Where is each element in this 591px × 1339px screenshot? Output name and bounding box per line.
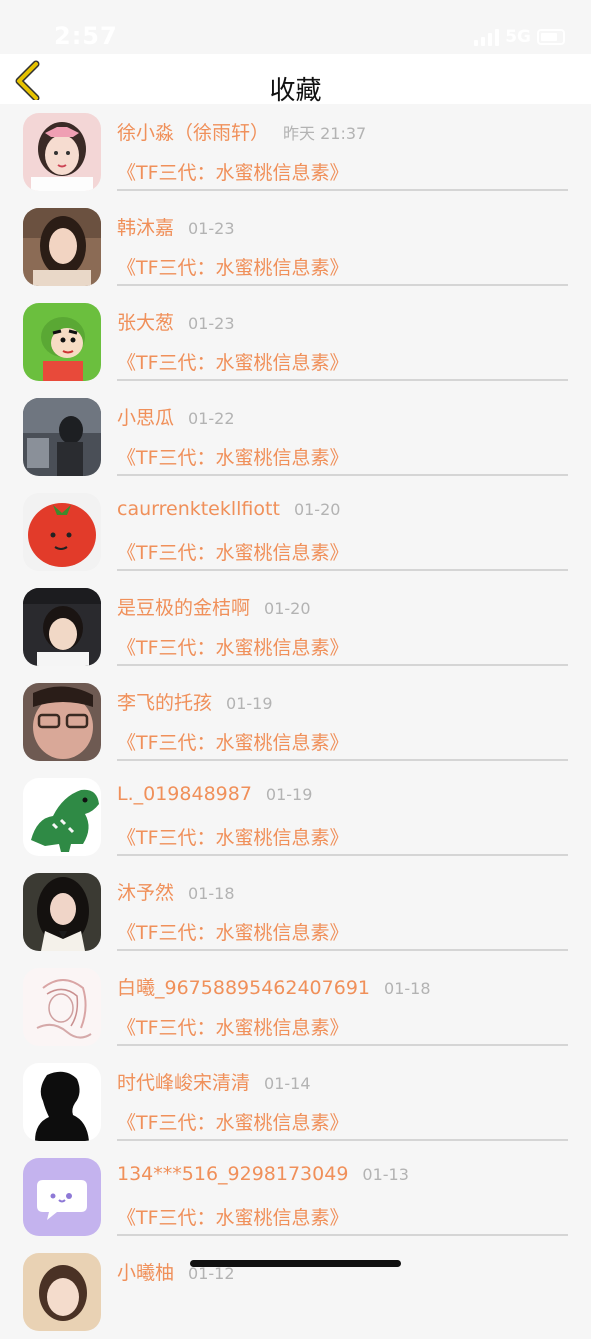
avatar[interactable] <box>23 968 101 1046</box>
work-title[interactable]: 《TF三代：水蜜桃信息素》 <box>117 443 349 470</box>
divider <box>117 1044 568 1046</box>
user-name[interactable]: 沐予然 <box>117 882 174 904</box>
avatar[interactable] <box>23 1063 101 1141</box>
network-type: 5G <box>505 27 531 47</box>
battery-icon <box>537 29 565 45</box>
list-item[interactable]: 小思瓜 01-22 《TF三代：水蜜桃信息素》 <box>0 389 591 484</box>
timestamp: 01-22 <box>188 409 235 428</box>
user-name[interactable]: 李飞的托孩 <box>117 692 212 714</box>
list-item[interactable]: 小曦柚 01-12 <box>0 1244 591 1339</box>
work-title[interactable]: 《TF三代：水蜜桃信息素》 <box>117 728 349 755</box>
list-item[interactable]: 李飞的托孩 01-19 《TF三代：水蜜桃信息素》 <box>0 674 591 769</box>
divider <box>117 1139 568 1141</box>
work-title[interactable]: 《TF三代：水蜜桃信息素》 <box>117 158 349 185</box>
user-name[interactable]: 白曦_96758895462407691 <box>117 977 370 999</box>
avatar[interactable] <box>23 1253 101 1331</box>
user-name[interactable]: 时代峰峻宋清清 <box>117 1072 250 1094</box>
avatar[interactable] <box>23 303 101 381</box>
divider <box>117 1234 568 1236</box>
work-title[interactable]: 《TF三代：水蜜桃信息素》 <box>117 538 349 565</box>
divider <box>117 474 568 476</box>
page-title: 收藏 <box>269 76 322 106</box>
user-name[interactable]: 134***516_9298173049 <box>117 1163 348 1185</box>
divider <box>117 759 568 761</box>
work-title[interactable]: 《TF三代：水蜜桃信息素》 <box>117 633 349 660</box>
avatar[interactable] <box>23 588 101 666</box>
list-item[interactable]: L._019848987 01-19 《TF三代：水蜜桃信息素》 <box>0 769 591 864</box>
user-name[interactable]: L._019848987 <box>117 783 252 805</box>
timestamp: 01-19 <box>226 694 273 713</box>
user-name[interactable]: 小曦柚 <box>117 1262 174 1284</box>
list-item[interactable]: caurrenktekllfiott 01-20 《TF三代：水蜜桃信息素》 <box>0 484 591 579</box>
user-name[interactable]: 张大葱 <box>117 312 174 334</box>
work-title[interactable]: 《TF三代：水蜜桃信息素》 <box>117 253 349 280</box>
nav-header: 收藏 <box>0 54 591 106</box>
divider <box>117 854 568 856</box>
list-item[interactable]: 是豆极的金桔啊 01-20 《TF三代：水蜜桃信息素》 <box>0 579 591 674</box>
status-bar: 2:57 5G <box>0 0 591 54</box>
avatar[interactable] <box>23 778 101 856</box>
list-item[interactable]: 沐予然 01-18 《TF三代：水蜜桃信息素》 <box>0 864 591 959</box>
avatar[interactable] <box>23 873 101 951</box>
work-title[interactable]: 《TF三代：水蜜桃信息素》 <box>117 823 349 850</box>
divider <box>117 284 568 286</box>
work-title[interactable]: 《TF三代：水蜜桃信息素》 <box>117 1203 349 1230</box>
timestamp: 01-23 <box>188 219 235 238</box>
divider <box>117 949 568 951</box>
work-title[interactable]: 《TF三代：水蜜桃信息素》 <box>117 1013 349 1040</box>
work-title[interactable]: 《TF三代：水蜜桃信息素》 <box>117 918 349 945</box>
divider <box>117 664 568 666</box>
timestamp: 01-14 <box>264 1074 311 1093</box>
avatar[interactable] <box>23 1158 101 1236</box>
signal-icon <box>474 28 500 46</box>
avatar[interactable] <box>23 683 101 761</box>
avatar[interactable] <box>23 398 101 476</box>
user-name[interactable]: 小思瓜 <box>117 407 174 429</box>
timestamp: 昨天 21:37 <box>283 124 367 143</box>
avatar[interactable] <box>23 493 101 571</box>
timestamp: 01-20 <box>264 599 311 618</box>
list-item[interactable]: 时代峰峻宋清清 01-14 《TF三代：水蜜桃信息素》 <box>0 1054 591 1149</box>
timestamp: 01-18 <box>384 979 431 998</box>
user-name[interactable]: caurrenktekllfiott <box>117 498 280 520</box>
timestamp: 01-18 <box>188 884 235 903</box>
status-time: 2:57 <box>54 22 118 50</box>
home-indicator[interactable] <box>190 1260 401 1267</box>
user-name[interactable]: 韩沐嘉 <box>117 217 174 239</box>
avatar[interactable] <box>23 208 101 286</box>
timestamp: 01-13 <box>362 1165 409 1184</box>
user-name[interactable]: 是豆极的金桔啊 <box>117 597 250 619</box>
list-item[interactable]: 白曦_96758895462407691 01-18 《TF三代：水蜜桃信息素》 <box>0 959 591 1054</box>
work-title[interactable]: 《TF三代：水蜜桃信息素》 <box>117 348 349 375</box>
list-item[interactable]: 韩沐嘉 01-23 《TF三代：水蜜桃信息素》 <box>0 199 591 294</box>
timestamp: 01-20 <box>293 500 341 519</box>
divider <box>117 569 568 571</box>
timestamp: 01-23 <box>188 314 235 333</box>
user-name[interactable]: 徐小淼（徐雨轩） <box>117 122 269 144</box>
list-item[interactable]: 134***516_9298173049 01-13 《TF三代：水蜜桃信息素》 <box>0 1149 591 1244</box>
work-title[interactable]: 《TF三代：水蜜桃信息素》 <box>117 1108 349 1135</box>
avatar[interactable] <box>23 113 101 191</box>
divider <box>117 189 568 191</box>
divider <box>117 379 568 381</box>
list-item[interactable]: 张大葱 01-23 《TF三代：水蜜桃信息素》 <box>0 294 591 389</box>
timestamp: 01-19 <box>265 785 313 804</box>
list-item[interactable]: 徐小淼（徐雨轩） 昨天 21:37 《TF三代：水蜜桃信息素》 <box>0 104 591 199</box>
status-icons: 5G <box>474 27 565 47</box>
